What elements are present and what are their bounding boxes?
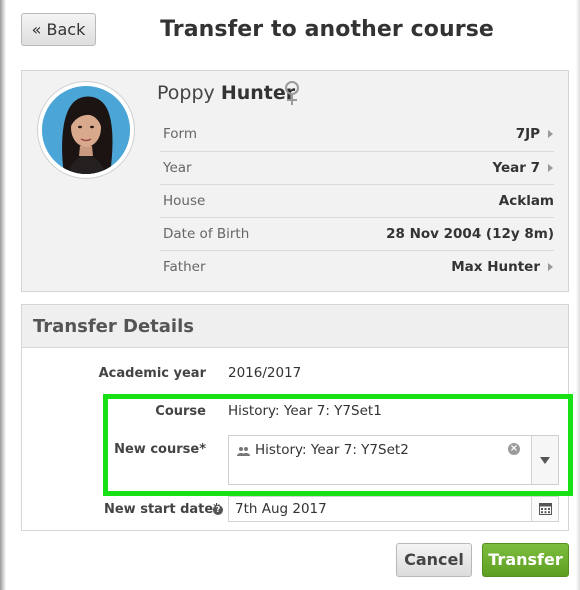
- new-start-date-label: New start date*: [104, 502, 220, 517]
- info-row-father[interactable]: Father Max Hunter: [160, 250, 554, 283]
- info-value: Acklam: [498, 193, 554, 209]
- academic-year-value: 2016/2017: [228, 365, 302, 381]
- avatar: [37, 81, 135, 179]
- new-start-date-input[interactable]: 7th Aug 2017: [228, 496, 559, 522]
- date-value: 7th Aug 2017: [235, 501, 327, 517]
- new-course-label: New course*: [114, 442, 206, 457]
- help-icon[interactable]: ?: [213, 505, 223, 515]
- info-label: Year: [163, 160, 192, 176]
- page-title: Transfer to another course: [160, 17, 494, 42]
- chevron-right-icon: [548, 130, 553, 138]
- chevron-right-icon: [548, 164, 553, 172]
- info-value: 28 Nov 2004 (12y 8m): [386, 226, 554, 242]
- calendar-button[interactable]: [531, 497, 558, 521]
- info-value: Year 7: [492, 160, 540, 176]
- student-profile-panel: Poppy Hunter Form 7JP Year Year 7 House …: [21, 70, 569, 292]
- info-label: House: [163, 193, 206, 209]
- info-row-date-of-birth: Date of Birth 28 Nov 2004 (12y 8m): [160, 217, 554, 250]
- info-value: 7JP: [515, 126, 540, 142]
- group-icon: [237, 447, 250, 456]
- panel-header: Transfer Details: [22, 305, 568, 348]
- clear-icon[interactable]: ×: [508, 443, 520, 455]
- new-start-date-label-text: New start date*: [103, 502, 220, 517]
- info-row-house: House Acklam: [160, 184, 554, 217]
- calendar-icon: [539, 503, 552, 515]
- course-label: Course: [155, 404, 206, 419]
- student-info-table: Form 7JP Year Year 7 House Acklam Date o…: [160, 118, 554, 283]
- dropdown-toggle[interactable]: [531, 436, 558, 484]
- info-label: Form: [163, 126, 198, 142]
- back-button[interactable]: « Back: [21, 13, 96, 46]
- info-row-form[interactable]: Form 7JP: [160, 118, 554, 151]
- info-row-year[interactable]: Year Year 7: [160, 151, 554, 184]
- info-label: Date of Birth: [163, 226, 250, 242]
- academic-year-label: Academic year: [98, 366, 206, 381]
- new-course-select[interactable]: History: Year 7: Y7Set2 ×: [228, 435, 559, 485]
- student-name: Poppy Hunter: [157, 81, 295, 105]
- info-value: Max Hunter: [451, 259, 540, 275]
- selected-course: History: Year 7: Y7Set2: [255, 442, 409, 458]
- cancel-button[interactable]: Cancel: [396, 543, 472, 577]
- student-first-name: Poppy: [157, 82, 215, 104]
- female-icon: [285, 81, 299, 105]
- info-label: Father: [163, 259, 206, 275]
- window-edge-right: [576, 0, 580, 590]
- window-edge: [0, 0, 6, 590]
- transfer-button[interactable]: Transfer: [482, 543, 569, 577]
- course-value: History: Year 7: Y7Set1: [228, 403, 382, 419]
- panel-title: Transfer Details: [33, 316, 194, 337]
- student-photo: [42, 86, 130, 174]
- caret-down-icon: [540, 457, 550, 464]
- chevron-right-icon: [548, 263, 553, 271]
- transfer-details-panel: Transfer Details Academic year 2016/2017…: [21, 304, 569, 531]
